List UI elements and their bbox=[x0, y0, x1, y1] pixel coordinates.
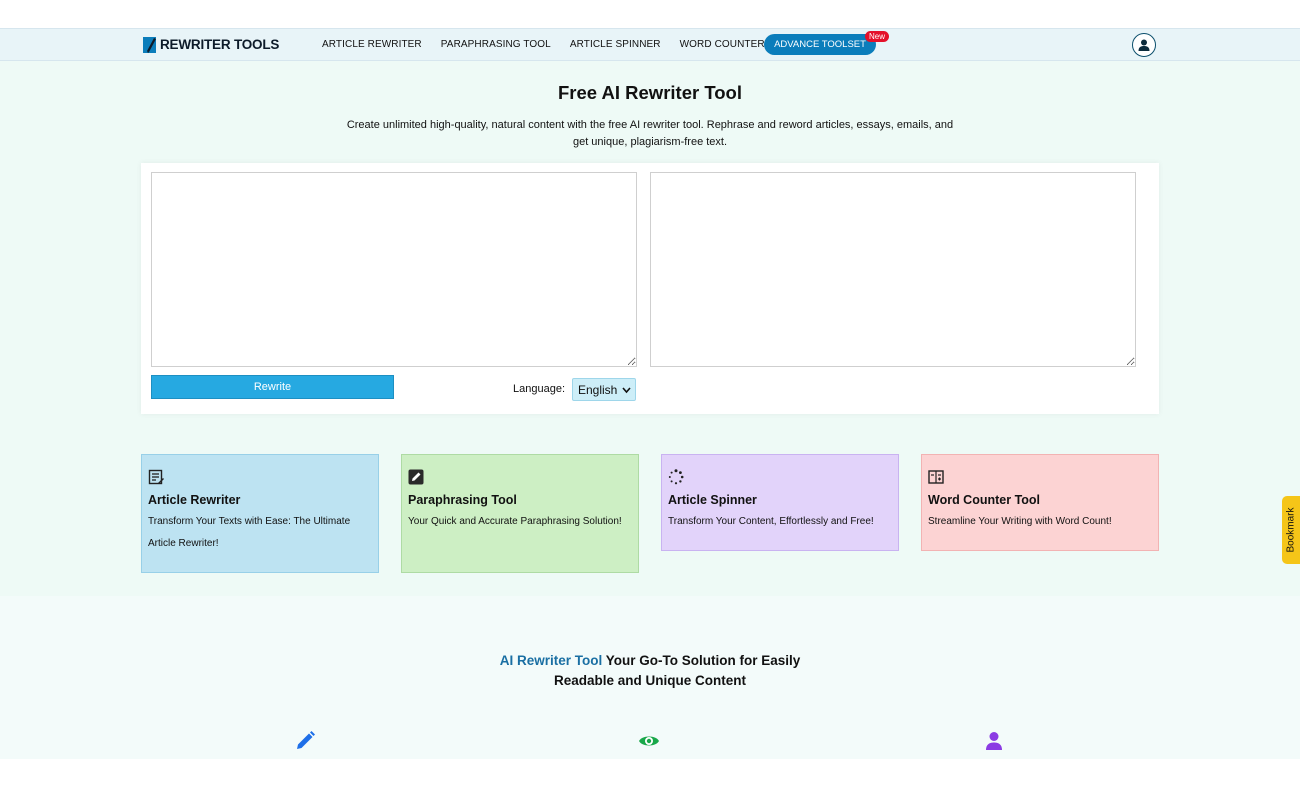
rewriter-panel: Rewrite Language: English bbox=[141, 163, 1159, 414]
advance-toolset-button[interactable]: ADVANCE TOOLSET bbox=[764, 34, 876, 55]
nav-links: ARTICLE REWRITER PARAPHRASING TOOL ARTIC… bbox=[322, 29, 784, 60]
nav-link-article-spinner[interactable]: ARTICLE SPINNER bbox=[570, 39, 661, 50]
feature-card-word-counter-tool[interactable]: Word Counter Tool Streamline Your Writin… bbox=[921, 454, 1159, 551]
page-title: Free AI Rewriter Tool bbox=[557, 82, 742, 103]
hero-section: Free AI Rewriter Tool Create unlimited h… bbox=[0, 61, 1300, 596]
feature-title: Word Counter Tool bbox=[928, 493, 1041, 507]
user-account-button[interactable] bbox=[1132, 33, 1156, 57]
feature-title: Article Spinner bbox=[668, 493, 757, 507]
new-badge: New bbox=[865, 31, 890, 42]
feature-title: Paraphrasing Tool bbox=[408, 493, 517, 507]
nav-link-word-counter[interactable]: WORD COUNTER bbox=[680, 39, 765, 50]
edit-square-icon bbox=[408, 469, 424, 485]
feature-card-paraphrasing-tool[interactable]: Paraphrasing Tool Your Quick and Accurat… bbox=[401, 454, 639, 573]
input-textarea[interactable] bbox=[151, 172, 637, 367]
spinner-icon bbox=[668, 469, 684, 485]
logo-text: REWRITER TOOLS bbox=[160, 37, 280, 52]
navbar: REWRITER TOOLS ARTICLE REWRITER PARAPHRA… bbox=[0, 28, 1300, 61]
logo[interactable]: REWRITER TOOLS bbox=[143, 35, 279, 54]
page-subtitle: Create unlimited high-quality, natural c… bbox=[346, 119, 954, 148]
calculator-icon bbox=[928, 470, 944, 484]
language-label: Language: bbox=[513, 383, 565, 395]
nav-link-paraphrasing-tool[interactable]: PARAPHRASING TOOL bbox=[441, 39, 551, 50]
pen-logo-icon bbox=[143, 37, 156, 53]
lower-section: AI Rewriter Tool Your Go-To Solution for… bbox=[0, 596, 1300, 759]
feature-description: Your Quick and Accurate Paraphrasing Sol… bbox=[408, 516, 622, 527]
feature-description: Transform Your Content, Effortlessly and… bbox=[668, 516, 874, 527]
person-icon bbox=[986, 732, 1002, 750]
rewrite-button[interactable]: Rewrite bbox=[151, 375, 394, 399]
language-select[interactable]: English bbox=[572, 378, 636, 401]
notepad-icon bbox=[148, 469, 164, 485]
section-heading: AI Rewriter Tool Your Go-To Solution for… bbox=[470, 651, 830, 691]
chevron-down-icon bbox=[622, 387, 631, 394]
feature-description: Streamline Your Writing with Word Count! bbox=[928, 516, 1112, 527]
feature-card-article-spinner[interactable]: Article Spinner Transform Your Content, … bbox=[661, 454, 899, 551]
pencil-icon bbox=[297, 731, 315, 749]
language-selected-value: English bbox=[578, 382, 618, 397]
feature-title: Article Rewriter bbox=[148, 493, 241, 507]
section-heading-highlight: AI Rewriter Tool bbox=[499, 653, 603, 668]
top-margin bbox=[0, 0, 1300, 28]
bookmark-label: Bookmark bbox=[1285, 507, 1297, 553]
feature-description: Transform Your Texts with Ease: The Ulti… bbox=[148, 516, 351, 549]
output-textarea[interactable] bbox=[650, 172, 1136, 367]
user-icon bbox=[1138, 39, 1150, 51]
feature-card-article-rewriter[interactable]: Article Rewriter Transform Your Texts wi… bbox=[141, 454, 379, 573]
nav-link-article-rewriter[interactable]: ARTICLE REWRITER bbox=[322, 39, 422, 50]
bookmark-tab[interactable]: Bookmark bbox=[1282, 496, 1300, 564]
eye-icon bbox=[639, 736, 659, 746]
